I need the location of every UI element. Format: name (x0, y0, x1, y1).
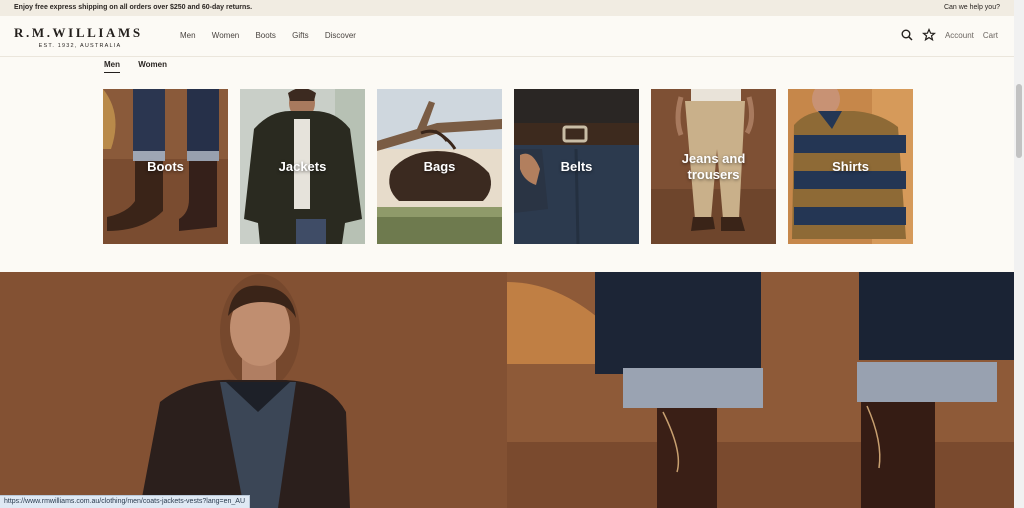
brand-logo[interactable]: R.M.WILLIAMS EST. 1932, AUSTRALIA (14, 25, 146, 49)
main-nav: Men Women Boots Gifts Discover (180, 31, 370, 40)
category-label: Belts (560, 158, 593, 174)
help-link[interactable]: Can we help you? (944, 4, 1000, 11)
tab-women[interactable]: Women (138, 60, 167, 72)
category-tile-boots[interactable]: Boots (103, 89, 228, 244)
category-tile-jackets[interactable]: Jackets (240, 89, 365, 244)
star-icon[interactable] (921, 28, 936, 42)
promo-text: Enjoy free express shipping on all order… (14, 4, 253, 11)
category-tile-shirts[interactable]: Shirts (788, 89, 913, 244)
nav-women[interactable]: Women (212, 31, 239, 40)
hero-boots-image (507, 272, 1014, 508)
cart-link[interactable]: Cart (983, 31, 998, 40)
gender-tabs: Men Women (104, 60, 183, 73)
status-url: https://www.rmwilliams.com.au/clothing/m… (0, 495, 251, 508)
tab-men[interactable]: Men (104, 60, 120, 73)
site-header: R.M.WILLIAMS EST. 1932, AUSTRALIA Men Wo… (0, 16, 1014, 57)
hero-banner (0, 272, 1014, 508)
category-tile-belts[interactable]: Belts (514, 89, 639, 244)
category-label: Boots (147, 158, 184, 174)
hero-man-image (0, 272, 507, 508)
logo-name: R.M.WILLIAMS (14, 25, 143, 40)
nav-boots[interactable]: Boots (255, 31, 275, 40)
nav-men[interactable]: Men (180, 31, 196, 40)
page-scrollbar[interactable] (1014, 0, 1024, 508)
category-tile-jeans-and-trousers[interactable]: Jeans and trousers (651, 89, 776, 244)
logo-tagline: EST. 1932, AUSTRALIA (38, 43, 122, 49)
account-link[interactable]: Account (945, 31, 974, 40)
category-label: Jackets (278, 158, 327, 174)
category-tile-bags[interactable]: Bags (377, 89, 502, 244)
hero-image-man[interactable] (0, 272, 507, 508)
category-label: Shirts (832, 158, 869, 174)
category-label: Bags (423, 158, 456, 174)
promo-bar: Enjoy free express shipping on all order… (0, 0, 1014, 16)
utility-nav: Account Cart (892, 28, 998, 42)
scrollbar-thumb[interactable] (1016, 84, 1022, 158)
search-icon[interactable] (900, 28, 914, 42)
category-label: Jeans and trousers (681, 150, 746, 182)
hero-image-boots[interactable] (507, 272, 1014, 508)
nav-discover[interactable]: Discover (325, 31, 356, 40)
nav-gifts[interactable]: Gifts (292, 31, 308, 40)
